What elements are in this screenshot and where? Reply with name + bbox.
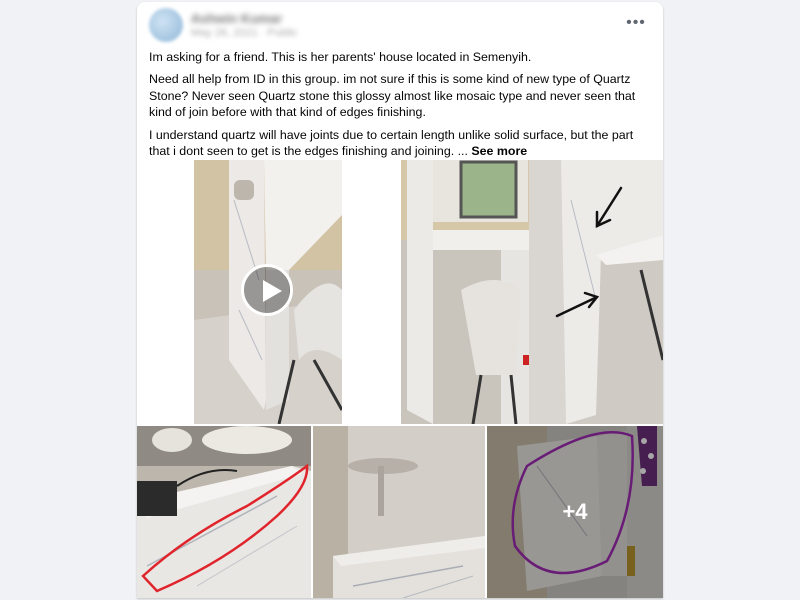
- see-more-link[interactable]: See more: [471, 144, 527, 158]
- image-tile[interactable]: [401, 160, 663, 424]
- more-photos-overlay[interactable]: +4: [487, 426, 663, 598]
- avatar[interactable]: [149, 8, 183, 42]
- post-paragraph: I understand quartz will have joints due…: [149, 127, 654, 160]
- play-icon[interactable]: [241, 264, 293, 316]
- post-paragraph: Im asking for a friend. This is her pare…: [149, 50, 532, 64]
- post-paragraph: Need all help from ID in this group. im …: [149, 72, 636, 120]
- image-tile[interactable]: [313, 426, 485, 598]
- more-options-icon[interactable]: •••: [623, 10, 649, 36]
- more-photos-count: +4: [562, 499, 588, 524]
- image-tile[interactable]: +4: [487, 426, 663, 598]
- post-header: Ashwin Kumar May 26, 2021 · Public •••: [137, 2, 663, 46]
- post-timestamp[interactable]: May 26, 2021 · Public: [191, 27, 297, 39]
- photo: [401, 160, 663, 424]
- image-tile[interactable]: [137, 426, 311, 598]
- post-text: Im asking for a friend. This is her pare…: [149, 49, 654, 165]
- video-tile[interactable]: [137, 160, 399, 424]
- photo: [137, 426, 311, 598]
- post-card: Ashwin Kumar May 26, 2021 · Public ••• I…: [137, 2, 663, 598]
- photo: [313, 426, 485, 598]
- post-paragraph-text: I understand quartz will have joints due…: [149, 127, 634, 159]
- media-grid: +4: [137, 160, 663, 598]
- author-name[interactable]: Ashwin Kumar: [191, 11, 282, 26]
